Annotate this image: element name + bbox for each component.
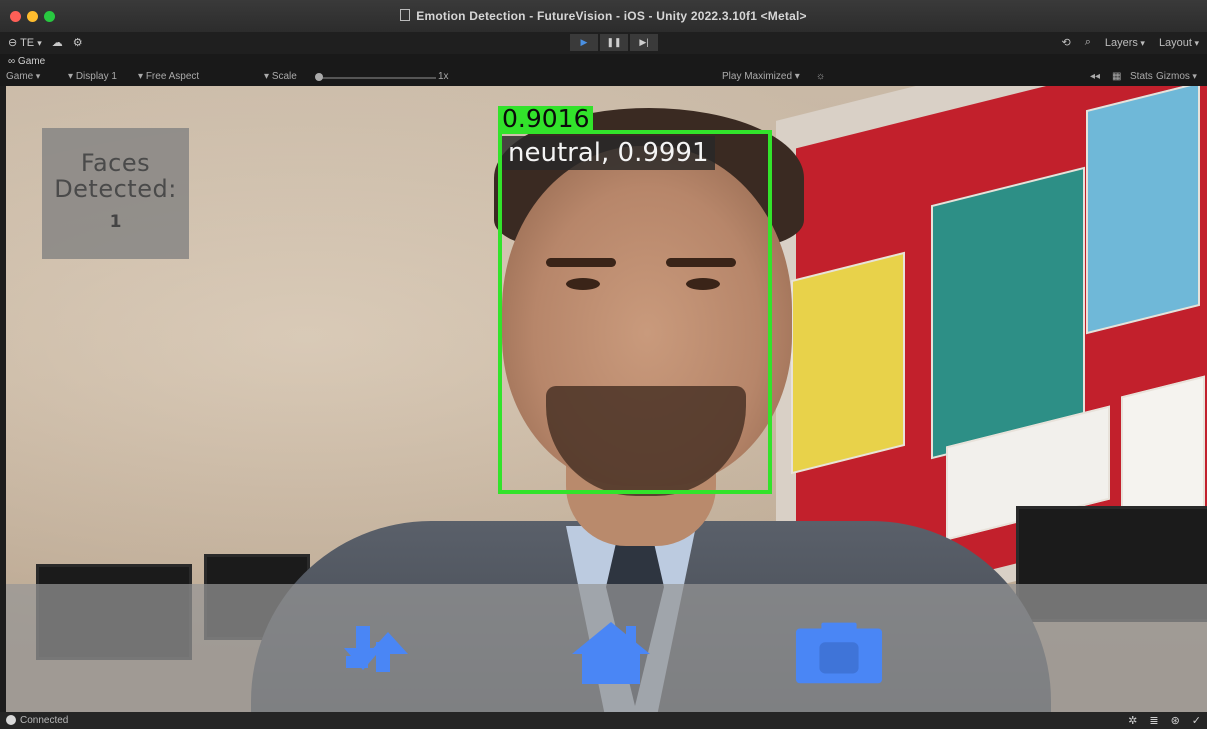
stats-toggle[interactable]: Stats xyxy=(1130,71,1153,82)
collab-icon[interactable]: ⊛ xyxy=(1171,714,1180,727)
status-text: Connected xyxy=(20,715,69,726)
layout-dropdown[interactable]: Layout xyxy=(1159,37,1199,49)
face-bounding-box xyxy=(498,130,772,494)
playback-controls: ▶ ❚❚ ▶| xyxy=(570,34,658,51)
step-button[interactable]: ▶| xyxy=(630,34,658,51)
play-maximized-label: Play Maximized xyxy=(722,71,793,82)
poster-languages xyxy=(931,166,1085,460)
camera-icon xyxy=(795,622,883,684)
status-bar: Connected ✲ ≣ ⊛ ✓ xyxy=(0,712,1207,729)
tab-game[interactable]: ∞ Game xyxy=(8,56,45,67)
scale-slider-handle[interactable] xyxy=(315,73,323,81)
poster-yellow xyxy=(791,251,905,475)
view-mode-dropdown[interactable]: Game xyxy=(6,71,40,82)
gizmos-dropdown[interactable]: Gizmos xyxy=(1156,71,1197,82)
aspect-dropdown[interactable]: ▾ Free Aspect xyxy=(138,71,199,82)
window-title: Emotion Detection - FutureVision - iOS -… xyxy=(0,9,1207,23)
faces-detected-panel: Faces Detected: 1 xyxy=(42,128,189,259)
services-icon[interactable]: ⚙ xyxy=(73,36,83,49)
tab-game-label: Game xyxy=(17,56,46,67)
game-viewport[interactable]: 0.9016 neutral, 0.9991 Faces Detected: 1 xyxy=(6,86,1207,712)
home-icon xyxy=(572,622,650,684)
debug-icon[interactable]: ✲ xyxy=(1128,714,1137,727)
info-icon xyxy=(6,715,16,725)
switch-camera-icon xyxy=(344,626,408,672)
window-title-text: Emotion Detection - FutureVision - iOS -… xyxy=(416,9,807,23)
stack-icon[interactable]: ≣ xyxy=(1149,714,1158,727)
stats-icon[interactable]: ▦ xyxy=(1112,71,1121,82)
play-icon: ▶ xyxy=(580,37,588,47)
scale-value: 1x xyxy=(438,71,449,82)
layers-dropdown[interactable]: Layers xyxy=(1105,37,1145,49)
window-title-bar: Emotion Detection - FutureVision - iOS -… xyxy=(0,0,1207,33)
scale-slider-track[interactable] xyxy=(318,77,436,79)
step-icon: ▶| xyxy=(639,37,649,47)
play-maximized-dropdown[interactable]: Play Maximized ▾ xyxy=(722,71,800,82)
play-button[interactable]: ▶ xyxy=(570,34,598,51)
search-icon[interactable]: ⌕ xyxy=(1085,36,1091,49)
display-dropdown[interactable]: ▾ Display 1 xyxy=(68,71,117,82)
aspect-label: Free Aspect xyxy=(145,71,200,82)
checkmark-icon[interactable]: ✓ xyxy=(1192,714,1201,727)
faces-detected-count: 1 xyxy=(109,212,122,232)
bug-icon[interactable]: ☼ xyxy=(816,71,825,82)
emotion-label: neutral, 0.9991 xyxy=(502,136,715,170)
switch-camera-button[interactable] xyxy=(330,620,420,684)
faces-detected-label: Faces Detected: xyxy=(54,149,177,203)
account-icon: ⊖ xyxy=(8,37,18,49)
history-icon[interactable]: ⟲ xyxy=(1061,36,1070,49)
bottom-nav-bar xyxy=(6,584,1207,712)
scale-label-text: Scale xyxy=(271,71,297,82)
display-label: Display 1 xyxy=(75,71,117,82)
mute-audio-icon[interactable]: ◂◂ xyxy=(1090,71,1100,82)
unity-toolbar: ⊖ TE ☁ ⚙ ▶ ❚❚ ▶| ⟲ ⌕ Layers Layout xyxy=(0,32,1207,54)
pause-button[interactable]: ❚❚ xyxy=(600,34,628,51)
account-dropdown[interactable]: ⊖ TE xyxy=(8,36,42,49)
game-view-header: ∞ Game Game ▾ Display 1 ▾ Free Aspect ▾ … xyxy=(0,54,1207,86)
detection-confidence: 0.9016 xyxy=(498,106,594,132)
account-label: TE xyxy=(20,37,35,49)
pause-icon: ❚❚ xyxy=(606,37,622,47)
capture-photo-button[interactable] xyxy=(794,620,884,684)
game-tab-icon: ∞ xyxy=(8,56,16,67)
scale-label: ▾ Scale xyxy=(264,71,297,82)
poster-data-types xyxy=(1086,86,1200,335)
home-button[interactable] xyxy=(566,620,656,684)
cloud-icon[interactable]: ☁ xyxy=(52,36,63,49)
document-icon xyxy=(400,9,411,21)
